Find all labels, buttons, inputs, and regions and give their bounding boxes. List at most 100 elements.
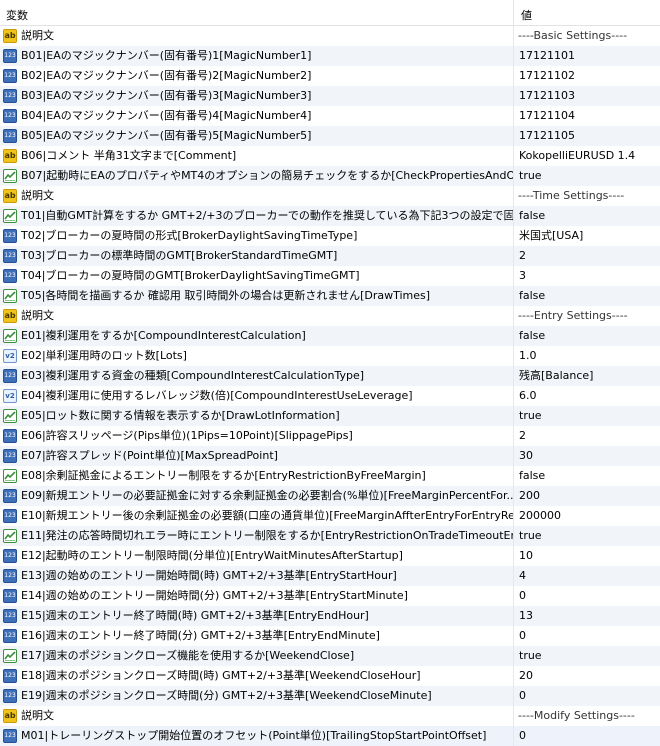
parameter-row[interactable]: 123 B02|EAのマジックナンバー(固有番号)2[MagicNumber2] 1… bbox=[0, 66, 660, 86]
parameter-row[interactable]: 123 B04|EAのマジックナンバー(固有番号)4[MagicNumber4] 1… bbox=[0, 106, 660, 126]
section-description-row[interactable]: ab 説明文 ----Time Settings---- bbox=[0, 186, 660, 206]
section-description-row[interactable]: ab 説明文 ----Basic Settings---- bbox=[0, 26, 660, 46]
parameter-value[interactable]: 米国式[USA] bbox=[519, 230, 583, 242]
value-cell[interactable]: 10 bbox=[514, 546, 660, 566]
value-cell[interactable]: false bbox=[514, 206, 660, 226]
parameter-row[interactable]: E08|余剰証拠金によるエントリー制限をするか[EntryRestriction… bbox=[0, 466, 660, 486]
parameter-row[interactable]: v2 E04|複利運用に使用するレバレッジ数(倍)[CompoundInteres… bbox=[0, 386, 660, 406]
value-column-header[interactable]: 値 bbox=[521, 7, 532, 23]
value-cell[interactable]: 2 bbox=[514, 246, 660, 266]
parameter-row[interactable]: v2 E02|単利運用時のロット数[Lots] 1.0 bbox=[0, 346, 660, 366]
parameter-row[interactable]: 123 B03|EAのマジックナンバー(固有番号)3[MagicNumber3] 1… bbox=[0, 86, 660, 106]
parameter-row[interactable]: E11|発注の応答時間切れエラー時にエントリー制限をするか[EntryRestr… bbox=[0, 526, 660, 546]
value-cell[interactable]: ----Modify Settings---- bbox=[514, 706, 660, 726]
value-cell[interactable]: 200 bbox=[514, 486, 660, 506]
parameter-value[interactable]: true bbox=[519, 410, 542, 422]
parameter-row[interactable]: E05|ロット数に関する情報を表示するか[DrawLotInformation]… bbox=[0, 406, 660, 426]
parameter-value[interactable]: 200000 bbox=[519, 510, 561, 522]
value-cell[interactable]: 17121102 bbox=[514, 66, 660, 86]
value-cell[interactable]: false bbox=[514, 466, 660, 486]
parameter-row[interactable]: E01|複利運用をするか[CompoundInterestCalculation… bbox=[0, 326, 660, 346]
value-cell[interactable]: 4 bbox=[514, 566, 660, 586]
parameter-row[interactable]: T01|自動GMT計算をするか GMT+2/+3のブローカーでの動作を推奨してい… bbox=[0, 206, 660, 226]
parameter-value[interactable]: 4 bbox=[519, 570, 526, 582]
value-cell[interactable]: ----Time Settings---- bbox=[514, 186, 660, 206]
value-cell[interactable]: 2 bbox=[514, 426, 660, 446]
parameter-value[interactable]: true bbox=[519, 170, 542, 182]
value-cell[interactable]: 0 bbox=[514, 686, 660, 706]
variable-column-header[interactable]: 変数 bbox=[6, 7, 28, 23]
value-cell[interactable]: 30 bbox=[514, 446, 660, 466]
parameter-value[interactable]: 3 bbox=[519, 270, 526, 282]
value-cell[interactable]: 残高[Balance] bbox=[514, 366, 660, 386]
parameter-value[interactable]: 17121105 bbox=[519, 130, 575, 142]
value-cell[interactable]: 13 bbox=[514, 606, 660, 626]
parameter-value[interactable]: 17121104 bbox=[519, 110, 575, 122]
parameter-row[interactable]: 123 E13|週の始めのエントリー開始時間(時) GMT+2/+3基準[Entr… bbox=[0, 566, 660, 586]
parameter-value[interactable]: false bbox=[519, 470, 545, 482]
value-cell[interactable]: 3 bbox=[514, 266, 660, 286]
parameter-value[interactable]: 17121103 bbox=[519, 90, 575, 102]
parameter-row[interactable]: T05|各時間を描画するか 確認用 取引時間外の場合は更新されません[DrawT… bbox=[0, 286, 660, 306]
parameter-row[interactable]: 123 E18|週末のポジションクローズ時間(時) GMT+2/+3基準[Week… bbox=[0, 666, 660, 686]
parameter-value[interactable]: 30 bbox=[519, 450, 533, 462]
parameter-row[interactable]: 123 M01|トレーリングストップ開始位置のオフセット(Point単位)[Tra… bbox=[0, 726, 660, 746]
parameter-row[interactable]: E17|週末のポジションクローズ機能を使用するか[WeekendClose] tr… bbox=[0, 646, 660, 666]
parameter-value[interactable]: true bbox=[519, 650, 542, 662]
parameter-row[interactable]: 123 E15|週末のエントリー終了時間(時) GMT+2/+3基準[EntryE… bbox=[0, 606, 660, 626]
value-cell[interactable]: 0 bbox=[514, 626, 660, 646]
value-cell[interactable]: 6.0 bbox=[514, 386, 660, 406]
parameter-value[interactable]: true bbox=[519, 530, 542, 542]
value-cell[interactable]: 17121104 bbox=[514, 106, 660, 126]
parameter-row[interactable]: 123 E16|週末のエントリー終了時間(分) GMT+2/+3基準[EntryE… bbox=[0, 626, 660, 646]
parameter-value[interactable]: 17121102 bbox=[519, 70, 575, 82]
parameter-value[interactable]: 2 bbox=[519, 430, 526, 442]
parameter-value[interactable]: KokopelliEURUSD 1.4 bbox=[519, 150, 635, 162]
section-title-value[interactable]: ----Entry Settings---- bbox=[518, 310, 628, 322]
parameter-value[interactable]: false bbox=[519, 330, 545, 342]
value-cell[interactable]: false bbox=[514, 286, 660, 306]
parameter-row[interactable]: 123 T04|ブローカーの夏時間のGMT[BrokerDaylightSavin… bbox=[0, 266, 660, 286]
parameter-value[interactable]: 6.0 bbox=[519, 390, 537, 402]
parameter-row[interactable]: 123 T02|ブローカーの夏時間の形式[BrokerDaylightSaving… bbox=[0, 226, 660, 246]
parameter-value[interactable]: 2 bbox=[519, 250, 526, 262]
value-cell[interactable]: 米国式[USA] bbox=[514, 226, 660, 246]
parameter-value[interactable]: 10 bbox=[519, 550, 533, 562]
section-title-value[interactable]: ----Time Settings---- bbox=[518, 190, 624, 202]
parameter-row[interactable]: 123 E14|週の始めのエントリー開始時間(分) GMT+2/+3基準[Entr… bbox=[0, 586, 660, 606]
parameter-row[interactable]: 123 E19|週末のポジションクローズ時間(分) GMT+2/+3基準[Week… bbox=[0, 686, 660, 706]
parameter-row[interactable]: B07|起動時にEAのプロパティやMT4のオプションの簡易チェックをするか[Ch… bbox=[0, 166, 660, 186]
parameter-value[interactable]: 0 bbox=[519, 690, 526, 702]
parameter-row[interactable]: ab B06|コメント 半角31文字まで[Comment] KokopelliEUR… bbox=[0, 146, 660, 166]
value-cell[interactable]: false bbox=[514, 326, 660, 346]
value-cell[interactable]: true bbox=[514, 646, 660, 666]
value-cell[interactable]: 20 bbox=[514, 666, 660, 686]
parameter-row[interactable]: 123 E07|許容スプレッド(Point単位)[MaxSpreadPoint] 3… bbox=[0, 446, 660, 466]
parameter-row[interactable]: 123 E09|新規エントリーの必要証拠金に対する余剰証拠金の必要割合(%単位)[… bbox=[0, 486, 660, 506]
parameter-value[interactable]: 20 bbox=[519, 670, 533, 682]
value-cell[interactable]: 17121105 bbox=[514, 126, 660, 146]
value-cell[interactable]: 17121101 bbox=[514, 46, 660, 66]
parameter-row[interactable]: 123 E06|許容スリッページ(Pips単位)(1Pips=10Point)[S… bbox=[0, 426, 660, 446]
parameter-value[interactable]: 13 bbox=[519, 610, 533, 622]
value-cell[interactable]: 200000 bbox=[514, 506, 660, 526]
section-title-value[interactable]: ----Modify Settings---- bbox=[518, 710, 635, 722]
parameter-row[interactable]: 123 E03|複利運用する資金の種類[CompoundInterestCalcu… bbox=[0, 366, 660, 386]
parameter-value[interactable]: 17121101 bbox=[519, 50, 575, 62]
value-cell[interactable]: true bbox=[514, 406, 660, 426]
value-cell[interactable]: 0 bbox=[514, 586, 660, 606]
value-cell[interactable]: ----Entry Settings---- bbox=[514, 306, 660, 326]
parameter-value[interactable]: 0 bbox=[519, 630, 526, 642]
section-description-row[interactable]: ab 説明文 ----Modify Settings---- bbox=[0, 706, 660, 726]
parameter-row[interactable]: 123 B01|EAのマジックナンバー(固有番号)1[MagicNumber1] 1… bbox=[0, 46, 660, 66]
parameter-value[interactable]: 残高[Balance] bbox=[519, 370, 593, 382]
value-cell[interactable]: ----Basic Settings---- bbox=[514, 26, 660, 46]
parameter-value[interactable]: 0 bbox=[519, 730, 526, 742]
parameter-row[interactable]: 123 E12|起動時のエントリー制限時間(分単位)[EntryWaitMinut… bbox=[0, 546, 660, 566]
parameter-row[interactable]: 123 B05|EAのマジックナンバー(固有番号)5[MagicNumber5] 1… bbox=[0, 126, 660, 146]
value-cell[interactable]: 1.0 bbox=[514, 346, 660, 366]
section-description-row[interactable]: ab 説明文 ----Entry Settings---- bbox=[0, 306, 660, 326]
value-cell[interactable]: true bbox=[514, 166, 660, 186]
parameter-row[interactable]: 123 E10|新規エントリー後の余剰証拠金の必要額(口座の通貨単位)[FreeM… bbox=[0, 506, 660, 526]
parameter-value[interactable]: 200 bbox=[519, 490, 540, 502]
